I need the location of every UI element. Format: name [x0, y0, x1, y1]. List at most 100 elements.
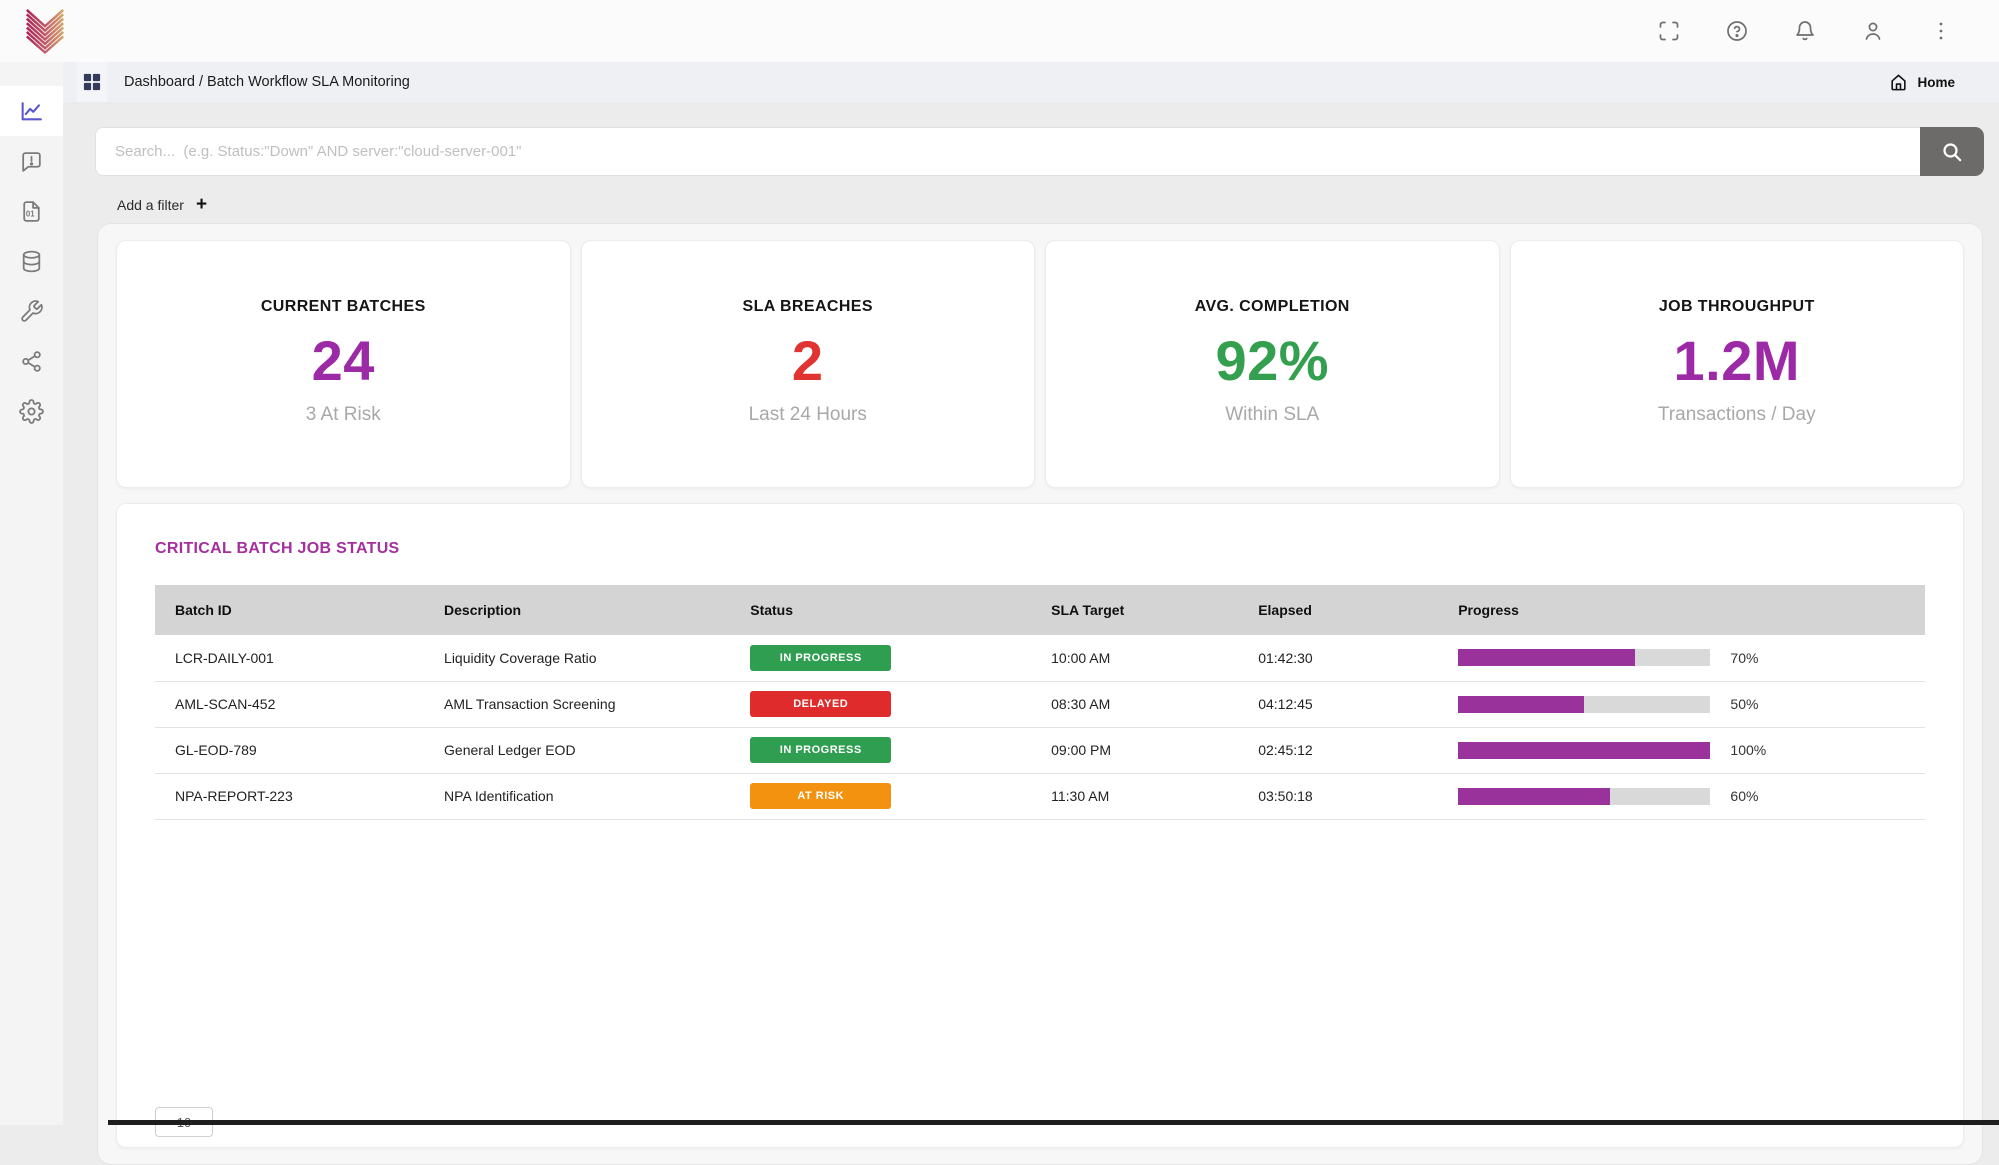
app-logo	[22, 8, 68, 54]
table-row[interactable]: LCR-DAILY-001 Liquidity Coverage Ratio I…	[155, 635, 1925, 681]
kpi-value: 24	[117, 328, 570, 393]
batch-jobs-table: Batch ID Description Status SLA Target E…	[155, 585, 1925, 820]
kpi-title: CURRENT BATCHES	[117, 298, 570, 316]
progress-track	[1458, 649, 1710, 666]
progress-fill	[1458, 788, 1609, 805]
sidebar-item-alerts[interactable]	[0, 136, 63, 186]
batch-id-cell: LCR-DAILY-001	[155, 635, 424, 681]
progress-fill	[1458, 696, 1584, 713]
horizontal-scrollbar[interactable]	[108, 1120, 1999, 1125]
table-row[interactable]: AML-SCAN-452 AML Transaction Screening D…	[155, 681, 1925, 727]
progress-fill	[1458, 649, 1635, 666]
kpi-value: 2	[582, 328, 1035, 393]
plus-icon: +	[196, 198, 207, 212]
critical-batch-panel: CRITICAL BATCH JOB STATUS Batch ID Descr…	[116, 503, 1964, 1148]
apps-grid-button[interactable]	[77, 62, 107, 102]
batch-id-cell: NPA-REPORT-223	[155, 773, 424, 819]
kpi-subtitle: Transactions / Day	[1511, 404, 1964, 426]
gear-icon	[19, 399, 44, 424]
svg-text:01: 01	[26, 209, 35, 218]
help-icon[interactable]	[1725, 19, 1749, 43]
kpi-card-sla-breaches: SLA BREACHES 2 Last 24 Hours	[581, 240, 1036, 488]
share-icon	[19, 349, 44, 374]
description-cell: Liquidity Coverage Ratio	[424, 635, 730, 681]
batch-id-cell: AML-SCAN-452	[155, 681, 424, 727]
home-label: Home	[1917, 75, 1955, 90]
table-row[interactable]: NPA-REPORT-223 NPA Identification AT RIS…	[155, 773, 1925, 819]
sidebar-item-analytics-dashboard[interactable]	[0, 86, 63, 136]
breadcrumb: Dashboard / Batch Workflow SLA Monitorin…	[124, 74, 410, 90]
progress-bar: 100%	[1458, 742, 1925, 759]
column-header-description[interactable]: Description	[424, 585, 730, 635]
kpi-subtitle: Last 24 Hours	[582, 404, 1035, 426]
sla-target-cell: 11:30 AM	[1031, 773, 1238, 819]
search-input[interactable]	[95, 127, 1920, 176]
search-button[interactable]	[1920, 127, 1984, 176]
chevron-logo-icon	[22, 8, 68, 54]
more-options-icon[interactable]	[1929, 19, 1953, 43]
home-button[interactable]: Home	[1889, 73, 1955, 92]
sidebar-item-settings[interactable]	[0, 386, 63, 436]
top-header-bar	[0, 0, 1999, 62]
description-cell: General Ledger EOD	[424, 727, 730, 773]
kpi-value: 92%	[1046, 328, 1499, 393]
status-badge: DELAYED	[750, 691, 891, 717]
description-cell: AML Transaction Screening	[424, 681, 730, 727]
kpi-title: SLA BREACHES	[582, 298, 1035, 316]
sidebar-item-database[interactable]	[0, 236, 63, 286]
kpi-title: JOB THROUGHPUT	[1511, 298, 1964, 316]
table-header-row: Batch ID Description Status SLA Target E…	[155, 585, 1925, 635]
progress-bar: 50%	[1458, 696, 1925, 713]
kpi-value: 1.2M	[1511, 328, 1964, 393]
dashboard-container: CURRENT BATCHES 24 3 At Risk SLA BREACHE…	[97, 223, 1983, 1165]
progress-track	[1458, 742, 1710, 759]
notifications-bell-icon[interactable]	[1793, 19, 1817, 43]
search-icon	[1940, 140, 1964, 164]
home-icon	[1889, 73, 1908, 92]
kpi-card-avg-completion: AVG. COMPLETION 92% Within SLA	[1045, 240, 1500, 488]
fullscreen-icon[interactable]	[1657, 19, 1681, 43]
kpi-cards-row: CURRENT BATCHES 24 3 At Risk SLA BREACHE…	[110, 240, 1970, 488]
search-bar	[95, 127, 1984, 176]
kpi-subtitle: 3 At Risk	[117, 404, 570, 426]
elapsed-cell: 01:42:30	[1238, 635, 1438, 681]
column-header-progress[interactable]: Progress	[1438, 585, 1925, 635]
breadcrumb-bar: Dashboard / Batch Workflow SLA Monitorin…	[63, 62, 1999, 102]
wrench-icon	[19, 299, 44, 324]
binary-file-icon: 01	[19, 199, 44, 224]
sidebar-item-tools[interactable]	[0, 286, 63, 336]
sidebar-item-share[interactable]	[0, 336, 63, 386]
progress-label: 70%	[1730, 650, 1758, 666]
progress-fill	[1458, 742, 1710, 759]
sla-target-cell: 10:00 AM	[1031, 635, 1238, 681]
progress-label: 50%	[1730, 696, 1758, 712]
sla-target-cell: 09:00 PM	[1031, 727, 1238, 773]
elapsed-cell: 03:50:18	[1238, 773, 1438, 819]
column-header-sla-target[interactable]: SLA Target	[1031, 585, 1238, 635]
add-filter-button[interactable]: Add a filter +	[117, 197, 207, 213]
column-header-batch-id[interactable]: Batch ID	[155, 585, 424, 635]
database-icon	[19, 249, 44, 274]
batch-id-cell: GL-EOD-789	[155, 727, 424, 773]
message-alert-icon	[19, 149, 44, 174]
line-chart-icon	[19, 99, 44, 124]
elapsed-cell: 02:45:12	[1238, 727, 1438, 773]
column-header-elapsed[interactable]: Elapsed	[1238, 585, 1438, 635]
progress-bar: 70%	[1458, 649, 1925, 666]
kpi-subtitle: Within SLA	[1046, 404, 1499, 426]
kpi-title: AVG. COMPLETION	[1046, 298, 1499, 316]
sidebar-item-reports[interactable]: 01	[0, 186, 63, 236]
table-row[interactable]: GL-EOD-789 General Ledger EOD IN PROGRES…	[155, 727, 1925, 773]
kpi-card-current-batches: CURRENT BATCHES 24 3 At Risk	[116, 240, 571, 488]
column-header-status[interactable]: Status	[730, 585, 1031, 635]
status-badge: AT RISK	[750, 783, 891, 809]
progress-track	[1458, 696, 1710, 713]
user-icon[interactable]	[1861, 19, 1885, 43]
progress-label: 100%	[1730, 742, 1766, 758]
status-badge: IN PROGRESS	[750, 645, 891, 671]
sla-target-cell: 08:30 AM	[1031, 681, 1238, 727]
section-title: CRITICAL BATCH JOB STATUS	[155, 540, 1925, 558]
kpi-card-job-throughput: JOB THROUGHPUT 1.2M Transactions / Day	[1510, 240, 1965, 488]
progress-bar: 60%	[1458, 788, 1925, 805]
sidebar-nav: 01	[0, 62, 63, 1125]
